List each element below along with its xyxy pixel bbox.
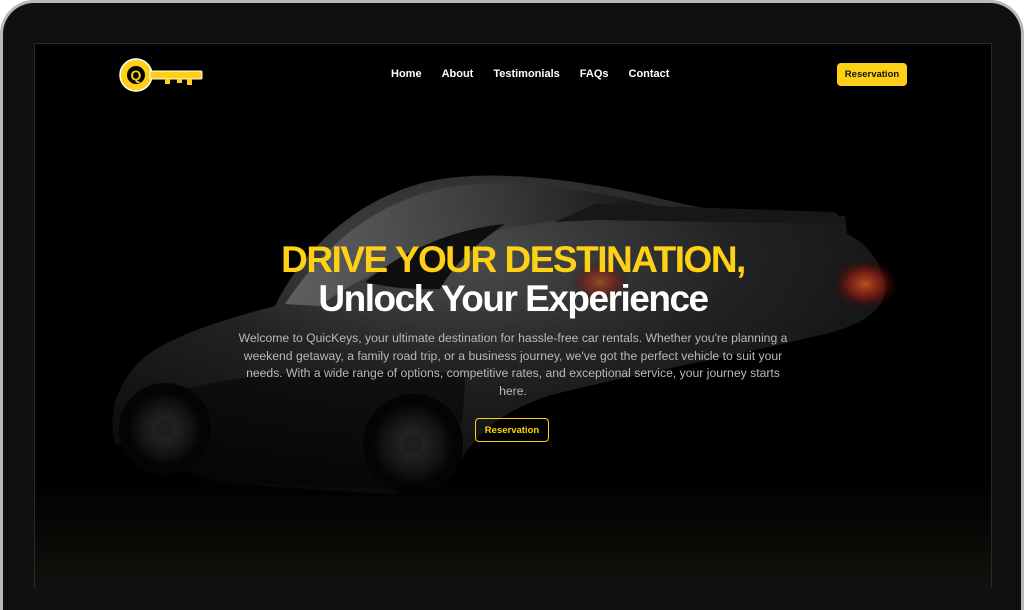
nav-link-testimonials[interactable]: Testimonials [493,68,559,80]
nav-link-about[interactable]: About [442,68,474,80]
nav-link-contact[interactable]: Contact [629,68,670,80]
hero-content: DRIVE YOUR DESTINATION, Unlock Your Expe… [35,240,991,400]
nav-link-faqs[interactable]: FAQs [580,68,609,80]
browser-viewport: Q Home About Testimonials FAQs Contact R… [34,43,992,588]
svg-text:Q: Q [131,67,142,83]
hero-headline-secondary: Unlock Your Experience [318,278,709,319]
nav-reservation-button[interactable]: Reservation [837,63,907,86]
hero-headline-primary: DRIVE YOUR DESTINATION, [281,239,746,280]
nav-links: Home About Testimonials FAQs Contact [391,68,689,80]
nav-link-home[interactable]: Home [391,68,422,80]
hero-reservation-button[interactable]: Reservation [475,418,549,442]
hero-intro-text: Welcome to QuicKeys, your ultimate desti… [238,331,788,398]
key-icon[interactable]: Q [117,56,207,96]
top-navbar: Q Home About Testimonials FAQs Contact R… [35,44,991,106]
